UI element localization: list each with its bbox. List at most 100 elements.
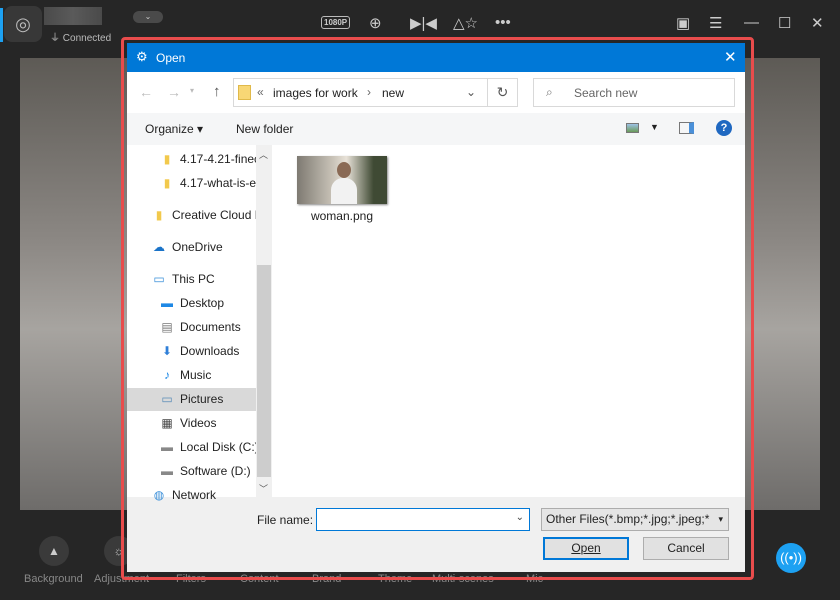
scrollbar-thumb[interactable] [257,265,271,477]
up-icon[interactable]: ↑ [213,83,221,100]
live-broadcast-icon[interactable]: ((•)) [776,543,806,573]
folder-icon: ▮ [163,176,171,190]
play-icon[interactable]: ▣ [676,14,690,32]
nav-item-label: Documents [180,320,241,334]
nav-item-network[interactable]: ◍ Network [127,484,256,507]
dialog-toolbar: Organize ▾ New folder ▼ ? [127,113,745,145]
scroll-down-icon[interactable]: ﹀ [259,482,268,495]
active-indicator [0,8,3,42]
webcam-icon[interactable]: ◎ [4,6,42,42]
open-file-dialog: ⚙ Open ✕ ← → ▾ ↑ « images for work › new… [127,43,745,572]
documents-icon: ▤ [161,320,173,334]
nav-item-label: Creative Cloud F [172,208,256,222]
breadcrumb-images-for-work[interactable]: images for work [273,86,358,100]
nav-item-creative-cloud-f[interactable]: ▮ Creative Cloud F [127,204,256,227]
breadcrumb-overflow[interactable]: « [257,85,264,99]
dialog-title-bar: ⚙ Open ✕ [127,43,745,72]
nav-item-label: OneDrive [172,240,223,254]
onedrive-icon: ☁ [153,240,165,254]
scrollbar[interactable]: ︿ ﹀ [256,145,272,497]
recent-chevron-icon[interactable]: ▾ [190,86,194,95]
more-icon[interactable]: ••• [495,14,511,31]
nav-item-4-17-what-is-e[interactable]: ▮ 4.17-what-is-e [127,172,256,195]
chevron-down-icon[interactable]: ⌄ [516,512,524,523]
image-icon[interactable]: ▲ [39,536,69,566]
nav-item-label: Pictures [180,392,224,406]
nav-item-videos[interactable]: ▦ Videos [127,412,256,435]
breadcrumb-new[interactable]: new [382,86,404,100]
maximize-icon[interactable]: ☐ [778,14,791,32]
close-icon[interactable]: ✕ [724,48,737,66]
thumbnail-face [337,162,351,178]
nav-item-onedrive[interactable]: ☁ OneDrive [127,236,256,259]
forward-icon[interactable]: → [167,84,181,100]
computer-icon: ▭ [153,272,165,286]
nav-item-label: Downloads [180,344,240,358]
scroll-up-icon[interactable]: ︿ [259,148,268,161]
nav-item-4-17-4-21-finec[interactable]: ▮ 4.17-4.21-finec [127,148,256,171]
drive-icon: ▬ [161,440,173,454]
nav-item-label: Local Disk (C:) [180,440,256,454]
nav-item-label: Desktop [180,296,225,310]
nav-item-desktop[interactable]: ▬ Desktop [127,292,256,315]
open-button[interactable]: Open [543,537,629,560]
chevron-down-icon: ▾ [718,509,723,530]
file-name-label-text: File name: [257,513,314,527]
close-icon[interactable]: ✕ [811,14,824,32]
nav-item-this-pc[interactable]: ▭ This PC [127,268,256,291]
file-item[interactable]: woman.png [296,155,388,235]
view-icon[interactable] [626,123,639,133]
preview-pane-icon[interactable] [679,122,694,134]
folder-icon [238,85,251,100]
file-type-select[interactable]: Other Files(*.bmp;*.jpg;*.jpeg;* ▾ [541,508,729,531]
chevron-down-icon[interactable]: ⌄ [466,85,476,99]
breadcrumb-separator-icon: › [367,85,371,99]
device-dropdown-button[interactable]: ⌄ [133,11,163,23]
nav-item-local-disk-c[interactable]: ▬ Local Disk (C:) [127,436,256,459]
folder-icon: ▮ [163,152,171,166]
pictures-icon: ▭ [161,392,173,406]
nav-item-software-d[interactable]: ▬ Software (D:) [127,460,256,483]
resolution-button[interactable]: 1080P [321,16,351,29]
navigation-bar: ← → ▾ ↑ « images for work › new ⌄ ↻ ⌕ Se… [127,72,745,113]
nav-item-label: 4.17-4.21-finec [180,152,256,166]
mirror-icon[interactable]: ▶|◀ [410,14,437,32]
minimize-icon[interactable]: — [744,14,759,31]
new-folder-button[interactable]: New folder [236,122,293,136]
nav-item-pictures[interactable]: ▭ Pictures [127,388,256,411]
zoom-in-icon[interactable]: ⊕ [369,14,382,32]
help-icon[interactable]: ? [716,120,732,136]
connection-status: ⏚ Connected [50,33,112,44]
nav-item-music[interactable]: ♪ Music [127,364,256,387]
nav-item-label: This PC [172,272,215,286]
address-bar[interactable]: « images for work › new ⌄ [233,78,488,107]
nav-item-label: Network [172,488,217,502]
app-icon: ⚙ [136,49,148,64]
desktop-icon: ▬ [161,296,173,310]
nav-item-label: Videos [180,416,217,430]
device-name-blurred [44,7,102,25]
search-placeholder: Search new [574,86,638,100]
view-dropdown-icon[interactable]: ▼ [650,122,659,132]
nav-item-documents[interactable]: ▤ Documents [127,316,256,339]
cancel-button[interactable]: Cancel [643,537,729,560]
file-list: woman.png [272,145,745,497]
search-input[interactable]: ⌕ Search new [533,78,735,107]
nav-item-label: 4.17-what-is-e [180,176,256,190]
usb-icon: ⏚ [50,33,63,44]
shapes-icon[interactable]: △☆ [453,14,478,32]
network-icon: ◍ [153,488,165,502]
dialog-title: Open [156,51,186,65]
bottom-label-background[interactable]: Background [24,573,83,585]
videos-icon: ▦ [161,416,173,430]
back-icon[interactable]: ← [139,84,153,100]
menu-icon[interactable]: ☰ [709,14,722,32]
nav-item-downloads[interactable]: ⬇ Downloads [127,340,256,363]
music-icon: ♪ [164,368,170,382]
refresh-icon[interactable]: ↻ [487,78,518,107]
image-thumbnail [297,156,387,204]
organize-button[interactable]: Organize ▾ [145,122,203,136]
nav-item-label: Software (D:) [180,464,251,478]
file-name-input[interactable]: ⌄ [316,508,530,531]
thumbnail-body [331,178,357,204]
